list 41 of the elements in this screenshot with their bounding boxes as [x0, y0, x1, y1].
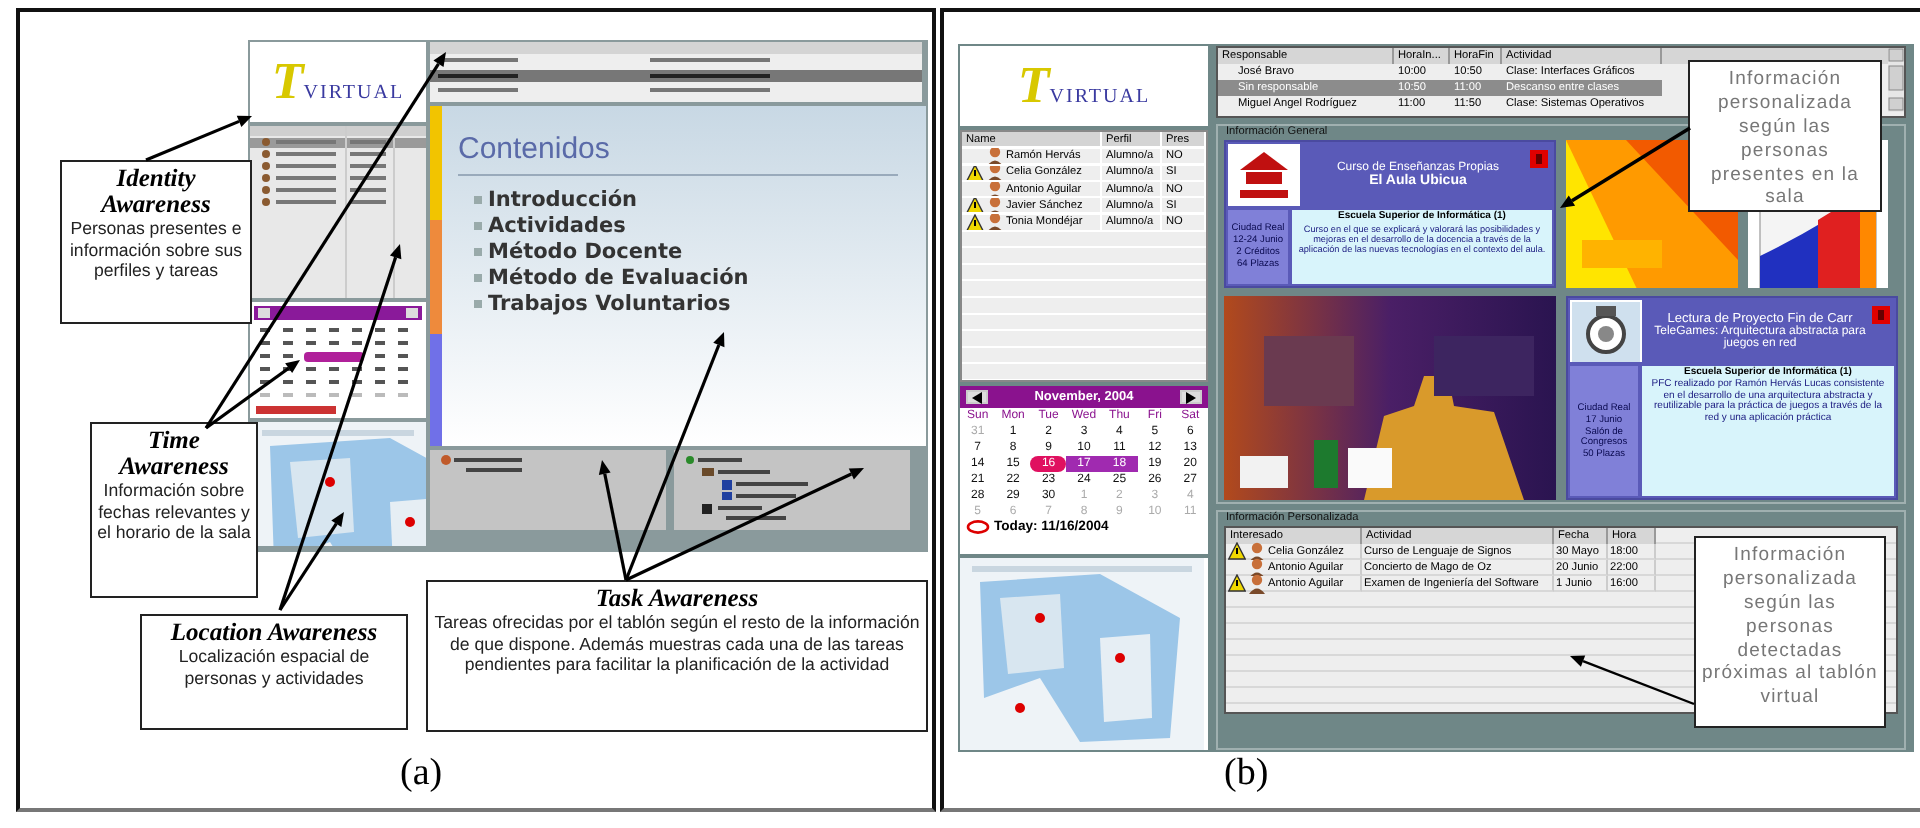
notice-icon	[1530, 150, 1548, 168]
figure-caption: (b)	[1224, 752, 1269, 796]
emblem-icon	[1572, 301, 1640, 361]
figure-caption: (a)	[400, 752, 443, 796]
bullet-icon	[474, 196, 482, 204]
bullet-icon	[474, 274, 482, 282]
annotation-text: Información personalizada según las personas detectadas próximas al tablón virtual	[1694, 536, 1886, 728]
warning-icon	[1228, 542, 1246, 560]
annotation-title: Time Awareness	[116, 428, 231, 481]
list-item: Método de Evaluación	[488, 266, 749, 290]
annotation-title: Identity Awareness	[98, 166, 213, 219]
annotation-text: Información sobre fechas relevantes y el horario de la sala	[96, 480, 252, 544]
person-icon	[1248, 573, 1266, 593]
logo-text: VIRTUAL	[303, 81, 405, 103]
logo-text: VIRTUAL	[1049, 85, 1151, 107]
left-arrow-icon	[972, 391, 982, 403]
logo-letter: T	[1017, 60, 1050, 112]
warning-icon	[1228, 574, 1246, 592]
list-item: Trabajos Voluntarios	[488, 292, 731, 316]
today-icon	[966, 520, 990, 534]
list-item: Actividades	[488, 214, 626, 238]
next-month-button[interactable]	[1179, 390, 1202, 404]
annotation-title: Task Awareness	[593, 586, 761, 613]
list-item: Método Docente	[488, 240, 683, 264]
arrow	[1560, 126, 1691, 208]
bullet-icon	[474, 248, 482, 256]
annotation-text: Información personalizada según las personas presentes en la sala	[1688, 60, 1882, 212]
right-arrow-icon	[1185, 391, 1196, 403]
list-item: Introducción	[488, 188, 638, 212]
notice-icon	[1872, 306, 1890, 324]
slide-title: Contenidos	[458, 132, 898, 176]
logo-letter: T	[271, 56, 304, 108]
bullet-icon	[474, 222, 482, 230]
annotation-text: Personas presentes e información sobre sus perfiles y tareas	[67, 218, 245, 282]
arrow	[1570, 655, 1695, 706]
bullet-icon	[474, 300, 482, 308]
annotation-title: Location Awareness	[168, 620, 380, 647]
annotation-text: Localización espacial de personas y actividades	[176, 646, 372, 689]
warning-icon	[966, 165, 984, 180]
annotation-text: Tareas ofrecidas por el tablón según el resto de la información de que dispone. Además muestras cada una de las tareas pendientes para facilitar la planificación de la actividad	[432, 612, 922, 676]
previous-month-button[interactable]	[966, 390, 988, 404]
